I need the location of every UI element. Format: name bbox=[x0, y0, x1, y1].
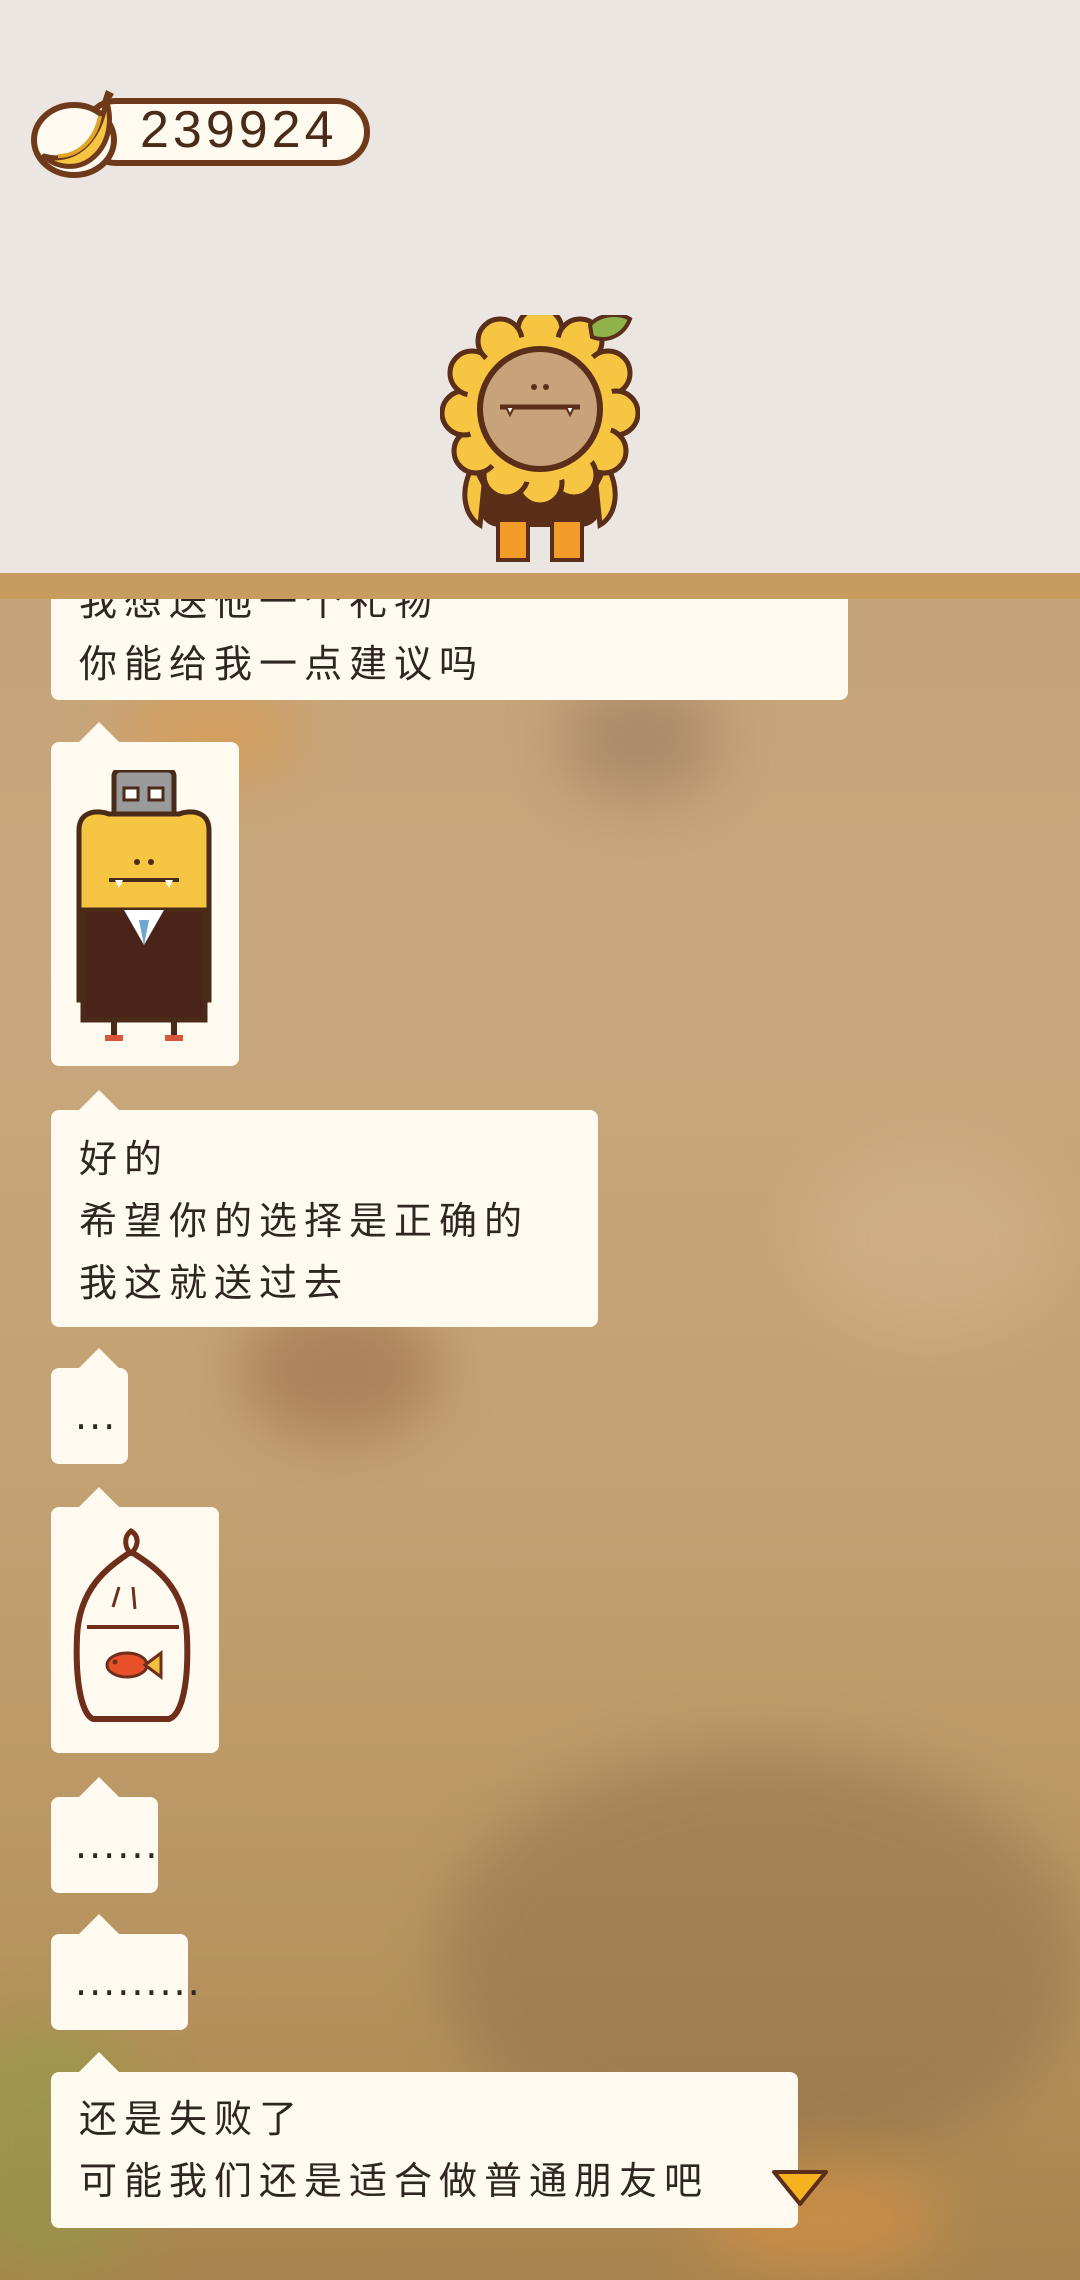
chat-bubble: ... bbox=[51, 1348, 128, 1464]
chat-bubble: 我想送他一个礼物 你能给我一点建议吗 bbox=[51, 599, 848, 700]
chat-log[interactable]: 我想送他一个礼物 你能给我一点建议吗 好的 希望你的选择是正确的 我这就送过去 … bbox=[0, 599, 1080, 2280]
banana-count: 239924 bbox=[140, 101, 338, 159]
chat-line: ......... bbox=[75, 1960, 202, 2004]
chat-image-bubble bbox=[51, 1487, 219, 1753]
bubble-tail bbox=[79, 1487, 119, 1507]
banana-icon bbox=[31, 90, 117, 178]
chat-bubble: ......... bbox=[51, 1914, 202, 2030]
top-scene: 239924 bbox=[0, 0, 1080, 575]
chat-bubble: 还是失败了 可能我们还是适合做普通朋友吧 bbox=[51, 2052, 798, 2228]
chat-image-bubble bbox=[51, 722, 239, 1066]
chat-line: 希望你的选择是正确的 bbox=[79, 1199, 530, 1243]
triangle-down-icon[interactable] bbox=[770, 2168, 830, 2208]
chat-bubble: ...... bbox=[51, 1777, 160, 1893]
chat-line: 好的 bbox=[79, 1137, 170, 1181]
chat-line: 可能我们还是适合做普通朋友吧 bbox=[79, 2159, 710, 2203]
sunflower-character bbox=[440, 315, 640, 562]
banana-counter[interactable]: 239924 bbox=[30, 86, 378, 178]
chat-bubble: 好的 希望你的选择是正确的 我这就送过去 bbox=[51, 1090, 598, 1327]
scene-divider bbox=[0, 573, 1080, 599]
chat-line: 你能给我一点建议吗 bbox=[79, 642, 485, 686]
bubble-tail bbox=[79, 1348, 119, 1368]
chat-line: 还是失败了 bbox=[79, 2097, 305, 2141]
chat-line: ...... bbox=[75, 1823, 160, 1867]
bubble-tail bbox=[79, 1914, 119, 1934]
bubble-tail bbox=[79, 1090, 119, 1110]
bubble-tail bbox=[79, 722, 119, 742]
robot-business-suit-character bbox=[76, 770, 212, 1041]
bubble-tail bbox=[79, 1777, 119, 1797]
chat-line: 我这就送过去 bbox=[79, 1261, 350, 1305]
chat-line: 我想送他一个礼物 bbox=[79, 599, 440, 624]
bubble-tail bbox=[79, 2052, 119, 2072]
background-blur bbox=[800, 1139, 1060, 1339]
goldfish-in-bag bbox=[73, 1527, 191, 1722]
chat-line: ... bbox=[75, 1394, 118, 1438]
